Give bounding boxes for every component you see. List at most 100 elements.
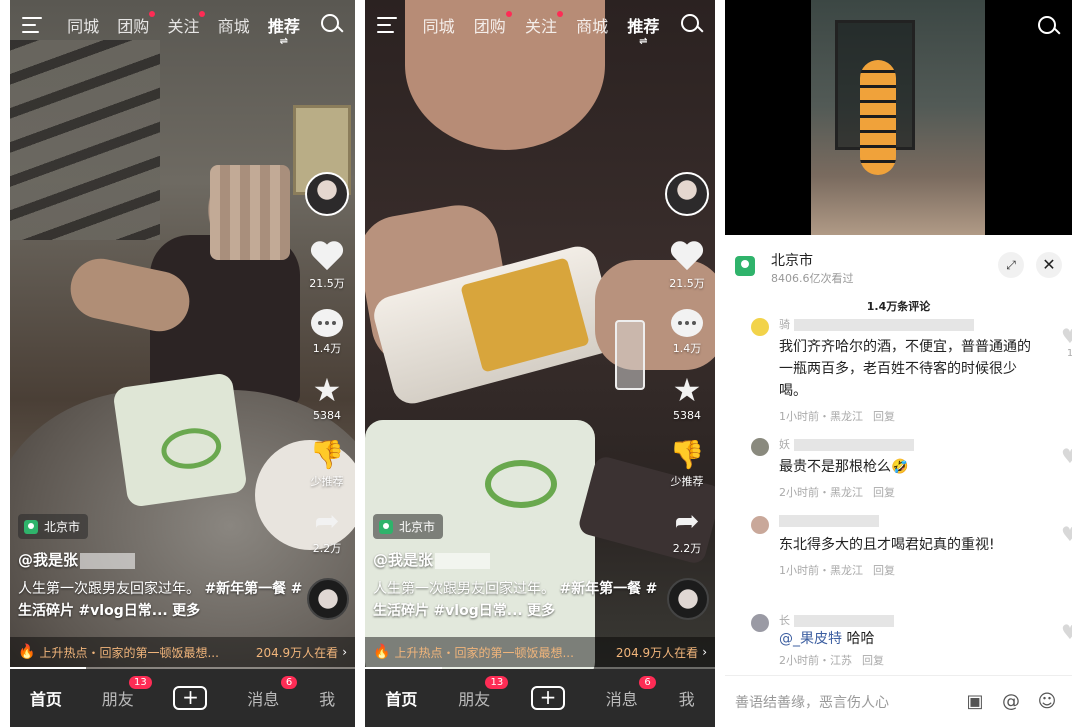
music-disc[interactable] — [307, 578, 349, 620]
hashtag[interactable]: #新年第一餐 — [559, 581, 641, 597]
tab-nearby[interactable]: 同城 — [67, 13, 99, 37]
nav-messages[interactable]: 消息 6 — [606, 676, 656, 710]
tab-mall[interactable]: 商城 — [218, 13, 250, 37]
comment-item: 长 @_果皮特 哈哈 2小时前・江苏 回复 ♥ — [751, 612, 1072, 668]
share-button[interactable]: ➦ 2.2万 — [313, 507, 342, 556]
commenter-name[interactable] — [779, 514, 1034, 530]
dislike-button[interactable]: 👎 少推荐 — [670, 440, 705, 489]
more-link[interactable]: 更多 — [527, 603, 555, 619]
at-mention-icon[interactable]: @ — [996, 691, 1026, 712]
author-handle: @我是张 — [18, 551, 79, 569]
nav-friends[interactable]: 朋友 13 — [102, 676, 152, 710]
share-button[interactable]: ➦ 2.2万 — [673, 507, 702, 556]
reply-button[interactable]: 回复 — [862, 654, 884, 667]
author-name[interactable]: @我是张 — [18, 549, 136, 570]
search-icon[interactable] — [681, 14, 703, 36]
comment-input-bar: 善语结善缘，恶言伤人心 ▣ @ ☺ — [725, 675, 1072, 727]
dislike-button[interactable]: 👎 少推荐 — [310, 440, 345, 489]
hashtag[interactable]: #新年第一餐 — [204, 581, 286, 597]
commenter-avatar[interactable] — [751, 516, 769, 534]
tab-groupbuy[interactable]: 团购 — [474, 11, 512, 37]
favorite-button[interactable]: ★ 5384 — [673, 374, 702, 422]
video-description: 人生第一次跟男友回家过年。 #新年第一餐 #生活碎片 #vlog日常... 更多 — [18, 578, 308, 622]
location-tag[interactable]: 北京市 — [18, 514, 89, 539]
comment-input[interactable]: 善语结善缘，恶言伤人心 — [735, 692, 954, 712]
snack-bag — [112, 372, 248, 508]
nav-home[interactable]: 首页 — [385, 686, 417, 710]
hot-topic-bar[interactable]: 🔥 上升热点・回家的第一顿饭最想... 204.9万人在看 › — [365, 637, 715, 667]
like-button[interactable]: 21.5万 — [309, 242, 345, 291]
more-link[interactable]: 更多 — [172, 603, 200, 619]
image-icon[interactable]: ▣ — [960, 691, 990, 712]
location-tag[interactable]: 北京市 — [373, 514, 444, 539]
city-name[interactable]: 北京市 — [771, 250, 813, 270]
tab-following[interactable]: 关注 — [167, 11, 206, 37]
nav-me[interactable]: 我 — [679, 686, 695, 710]
comment-like-button[interactable]: ♥ 1 — [1058, 324, 1072, 359]
video-feed-panel-2[interactable]: 同城 团购 关注 商城 推荐 ⇌ 21.5万 1.4万 ★ 5384 👎 少推荐 … — [365, 0, 715, 727]
commenter-avatar[interactable] — [751, 438, 769, 456]
comment-body: 哈哈 — [842, 631, 875, 647]
star-icon: ★ — [672, 371, 702, 409]
comment-button[interactable]: 1.4万 — [311, 309, 343, 356]
tab-mall[interactable]: 商城 — [576, 13, 608, 37]
tab-recommend[interactable]: 推荐 ⇌ — [268, 13, 300, 47]
author-avatar[interactable] — [305, 172, 349, 216]
add-button[interactable]: + — [530, 686, 565, 710]
reply-button[interactable]: 回复 — [873, 486, 895, 499]
hashtag[interactable]: #vlog日常... — [78, 603, 167, 619]
reply-button[interactable]: 回复 — [873, 564, 895, 577]
star-icon: ★ — [312, 371, 342, 409]
favorite-button[interactable]: ★ 5384 — [313, 374, 342, 422]
tab-recommend[interactable]: 推荐 ⇌ — [627, 13, 660, 47]
search-icon[interactable] — [1038, 16, 1060, 38]
comment-icon — [671, 309, 703, 337]
location-label: 北京市 — [399, 520, 436, 534]
comment-count: 1.4万 — [312, 342, 342, 355]
mini-video[interactable] — [725, 0, 1072, 235]
nav-home[interactable]: 首页 — [30, 686, 62, 710]
menu-icon[interactable] — [377, 17, 397, 33]
swap-icon: ⇌ — [279, 36, 289, 47]
tab-groupbuy[interactable]: 团购 — [117, 11, 156, 37]
description-text: 人生第一次跟男友回家过年。 — [373, 581, 555, 597]
nav-friends[interactable]: 朋友 13 — [458, 676, 509, 710]
close-icon[interactable]: ✕ — [1036, 252, 1062, 278]
name-mask — [779, 515, 879, 527]
hot-topic-bar[interactable]: 🔥 上升热点・回家的第一顿饭最想... 204.9万人在看 › — [10, 637, 355, 667]
commenter-avatar[interactable] — [751, 614, 769, 632]
commenter-name[interactable]: 骑 — [779, 316, 1034, 332]
emoji-icon[interactable]: ☺ — [1032, 691, 1062, 712]
tab-nearby[interactable]: 同城 — [423, 13, 455, 37]
commenter-name[interactable]: 妖 — [779, 436, 1034, 452]
search-icon[interactable] — [321, 14, 343, 36]
add-button[interactable]: + — [173, 686, 208, 710]
share-count: 2.2万 — [312, 542, 342, 555]
menu-icon[interactable] — [22, 17, 42, 33]
flame-icon: 🔥 — [18, 644, 36, 660]
hashtag[interactable]: #vlog日常... — [433, 603, 522, 619]
nav-messages[interactable]: 消息 6 — [247, 676, 298, 710]
commenter-name[interactable]: 长 — [779, 612, 1034, 628]
comment-item: 东北得多大的且才喝君妃真的重视! 1小时前・黑龙江 回复 ♥ — [751, 514, 1072, 578]
comment-icon — [311, 309, 343, 337]
comment-like-button[interactable]: ♥ — [1058, 444, 1072, 468]
commenter-avatar[interactable] — [751, 318, 769, 336]
heart-icon — [310, 242, 344, 272]
author-avatar[interactable] — [665, 172, 709, 216]
comment-button[interactable]: 1.4万 — [671, 309, 703, 356]
video-feed-panel-1[interactable]: 同城 团购 关注 商城 推荐 ⇌ 21.5万 1.4万 ★ 5384 👎 少推荐 … — [10, 0, 355, 727]
nav-me[interactable]: 我 — [319, 686, 335, 710]
like-button[interactable]: 21.5万 — [669, 242, 705, 291]
comment-like-button[interactable]: ♥ — [1058, 522, 1072, 546]
thumbs-down-icon: 👎 — [309, 438, 345, 471]
mention-link[interactable]: @_果皮特 — [779, 631, 842, 647]
expand-icon[interactable]: ⤢ — [998, 252, 1024, 278]
reply-button[interactable]: 回复 — [873, 410, 895, 423]
location-pin-icon — [379, 519, 393, 534]
comment-like-button[interactable]: ♥ — [1058, 620, 1072, 644]
tab-label: 推荐 — [627, 17, 660, 36]
music-disc[interactable] — [667, 578, 709, 620]
author-name[interactable]: @我是张 — [373, 549, 491, 570]
tab-following[interactable]: 关注 — [525, 11, 563, 37]
